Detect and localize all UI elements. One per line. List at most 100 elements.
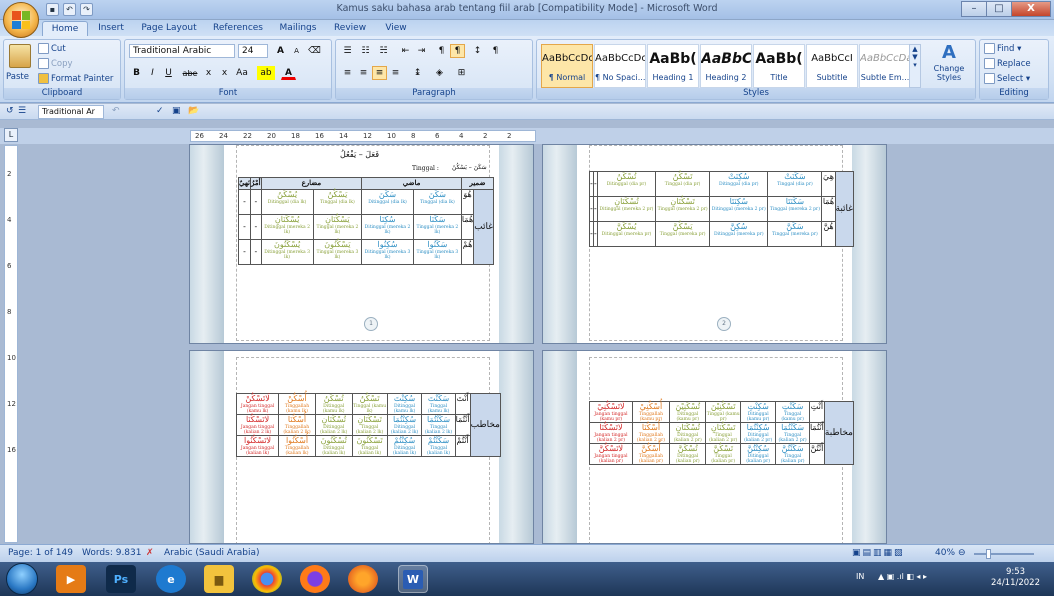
- find-button[interactable]: Find ▾: [984, 42, 1021, 56]
- style-1[interactable]: AaBbCcDc ¶ No Spaci...: [594, 44, 646, 88]
- tab-home[interactable]: Home: [42, 21, 88, 36]
- media-player-icon[interactable]: ▶: [56, 565, 86, 593]
- translation: Ditinggal (kalian 2 lk): [320, 425, 348, 435]
- word-count[interactable]: Words: 9.831: [82, 548, 141, 558]
- open-icon[interactable]: 📂: [188, 106, 199, 116]
- replace-button[interactable]: Replace: [984, 57, 1031, 71]
- explorer-icon[interactable]: ▆: [204, 565, 234, 593]
- bold-button[interactable]: B: [129, 66, 144, 80]
- style-5[interactable]: AaBbCcI Subtitle: [806, 44, 858, 88]
- undo-small-icon[interactable]: ↺: [6, 106, 14, 116]
- clear-format-icon[interactable]: ⌫: [307, 44, 322, 58]
- paste-button[interactable]: Paste: [6, 70, 29, 84]
- clock[interactable]: 9:53 24/11/2022: [991, 567, 1040, 589]
- style-0[interactable]: AaBbCcDc ¶ Normal: [541, 44, 593, 88]
- bullets-icon[interactable]: ☰: [340, 44, 355, 58]
- align-right-icon[interactable]: ≡: [372, 66, 387, 80]
- copy-button[interactable]: Copy: [38, 57, 73, 71]
- pronoun-cell: أَنْتُمْ: [454, 435, 471, 457]
- numbering-icon[interactable]: ☷: [358, 44, 373, 58]
- start-button[interactable]: [6, 563, 38, 595]
- tab-mailings[interactable]: Mailings: [274, 21, 322, 36]
- justify-icon[interactable]: ≡: [388, 66, 403, 80]
- print-preview-icon[interactable]: ▣: [172, 106, 181, 116]
- spelling-icon[interactable]: ✓: [156, 106, 164, 116]
- arabic-word: أُسْكُنَّ: [641, 444, 661, 453]
- close-button[interactable]: X: [1011, 1, 1051, 17]
- tab-view[interactable]: View: [380, 21, 412, 36]
- style-2[interactable]: AaBb(Heading 1: [647, 44, 699, 88]
- format-painter-button[interactable]: Format Painter: [38, 72, 113, 86]
- arabic-word: سَكَنَتْ: [784, 172, 806, 181]
- view-buttons[interactable]: ▣▤▥▦▧: [852, 548, 905, 558]
- proofing-icon[interactable]: ✗: [146, 548, 154, 558]
- input-language[interactable]: IN: [856, 572, 864, 581]
- zoom-slider[interactable]: [974, 553, 1034, 555]
- tab-review[interactable]: Review: [330, 21, 370, 36]
- borders-icon[interactable]: ⊞: [454, 66, 469, 80]
- style-6[interactable]: AaBbCcDa Subtle Em...: [859, 44, 911, 88]
- font-size-combo[interactable]: 24: [238, 44, 268, 58]
- firefox-alt-icon[interactable]: [348, 565, 378, 593]
- firefox-icon[interactable]: [300, 565, 330, 593]
- bullets-small-icon[interactable]: ☰: [18, 106, 26, 116]
- tab-page-layout[interactable]: Page Layout: [138, 21, 200, 36]
- shrink-font-button[interactable]: A: [289, 44, 304, 58]
- paste-icon[interactable]: [9, 44, 31, 68]
- strikethrough-button[interactable]: abe: [181, 66, 199, 80]
- maximize-button[interactable]: □: [986, 1, 1012, 17]
- sort-icon[interactable]: ↕: [470, 44, 485, 58]
- undo-mini-icon[interactable]: ↶: [112, 106, 120, 116]
- clock-time: 9:53: [1005, 567, 1026, 577]
- zoom-out-icon[interactable]: ⊖: [958, 548, 966, 558]
- grow-font-button[interactable]: A: [273, 44, 288, 58]
- nahy-cell: لَاتَسْكُنِيْ Jangan tinggal (kamu pr): [589, 401, 633, 423]
- style-4[interactable]: AaBb(Title: [753, 44, 805, 88]
- align-left-icon[interactable]: ≡: [340, 66, 355, 80]
- select-button[interactable]: Select ▾: [984, 72, 1030, 86]
- font-color-button[interactable]: A: [281, 66, 296, 80]
- multilevel-icon[interactable]: ☵: [376, 44, 391, 58]
- style-3[interactable]: AaBbC Heading 2: [700, 44, 752, 88]
- tray-icons[interactable]: ▲ ▣ .ıl ◧ ◂ ▸: [878, 572, 927, 581]
- amr-cell: -: [250, 239, 262, 265]
- align-center-icon[interactable]: ≡: [356, 66, 371, 80]
- page-count[interactable]: Page: 1 of 149: [8, 548, 73, 558]
- line-spacing-icon[interactable]: ↨: [410, 66, 425, 80]
- word-icon[interactable]: W: [398, 565, 428, 593]
- decrease-indent-icon[interactable]: ⇤: [398, 44, 413, 58]
- style-scroll[interactable]: ▲ ▼ ▾: [909, 44, 921, 88]
- italic-button[interactable]: I: [145, 66, 160, 80]
- photoshop-icon[interactable]: Ps: [106, 565, 136, 593]
- zoom-thumb[interactable]: [986, 549, 991, 559]
- office-button[interactable]: [3, 2, 39, 38]
- show-marks-icon[interactable]: ¶: [488, 44, 503, 58]
- edge-icon[interactable]: e: [156, 565, 186, 593]
- rtl-icon[interactable]: ¶: [450, 44, 465, 58]
- increase-indent-icon[interactable]: ⇥: [414, 44, 429, 58]
- superscript-button[interactable]: x: [217, 66, 232, 80]
- change-case-button[interactable]: Aa: [233, 66, 251, 80]
- font-name-mini-combo[interactable]: Traditional Ar: [38, 105, 104, 119]
- zoom-level[interactable]: 40%: [935, 548, 955, 558]
- ltr-icon[interactable]: ¶: [434, 44, 449, 58]
- chrome-icon[interactable]: [252, 565, 282, 593]
- font-name-combo[interactable]: Traditional Arabic: [129, 44, 235, 58]
- document-area[interactable]: فَعَلَ – يَفْعُلُ Tinggal : سَكَنَ – يَس…: [22, 144, 1054, 544]
- tab-insert[interactable]: Insert: [92, 21, 130, 36]
- cut-button[interactable]: Cut: [38, 42, 66, 56]
- underline-button[interactable]: U: [161, 66, 176, 80]
- minimize-button[interactable]: –: [961, 1, 987, 17]
- arabic-word: سُكِنُوا: [377, 240, 398, 249]
- arabic-word: أُسْكُنُوا: [285, 436, 309, 445]
- subscript-button[interactable]: x: [201, 66, 216, 80]
- horizontal-ruler[interactable]: 26 24 22 20 18 16 14 12 10 8 6 4 2 2: [190, 130, 536, 142]
- highlight-button[interactable]: ab: [257, 66, 275, 80]
- tab-references[interactable]: References: [208, 21, 268, 36]
- arabic-word: سُكِنَتْ: [728, 172, 750, 181]
- shading-icon[interactable]: ◈: [432, 66, 447, 80]
- vertical-ruler[interactable]: 2 4 6 8 10 12 16: [4, 145, 18, 543]
- language[interactable]: Arabic (Saudi Arabia): [164, 548, 260, 558]
- change-styles-button[interactable]: A Change Styles: [927, 42, 971, 82]
- tab-selector[interactable]: L: [4, 128, 18, 142]
